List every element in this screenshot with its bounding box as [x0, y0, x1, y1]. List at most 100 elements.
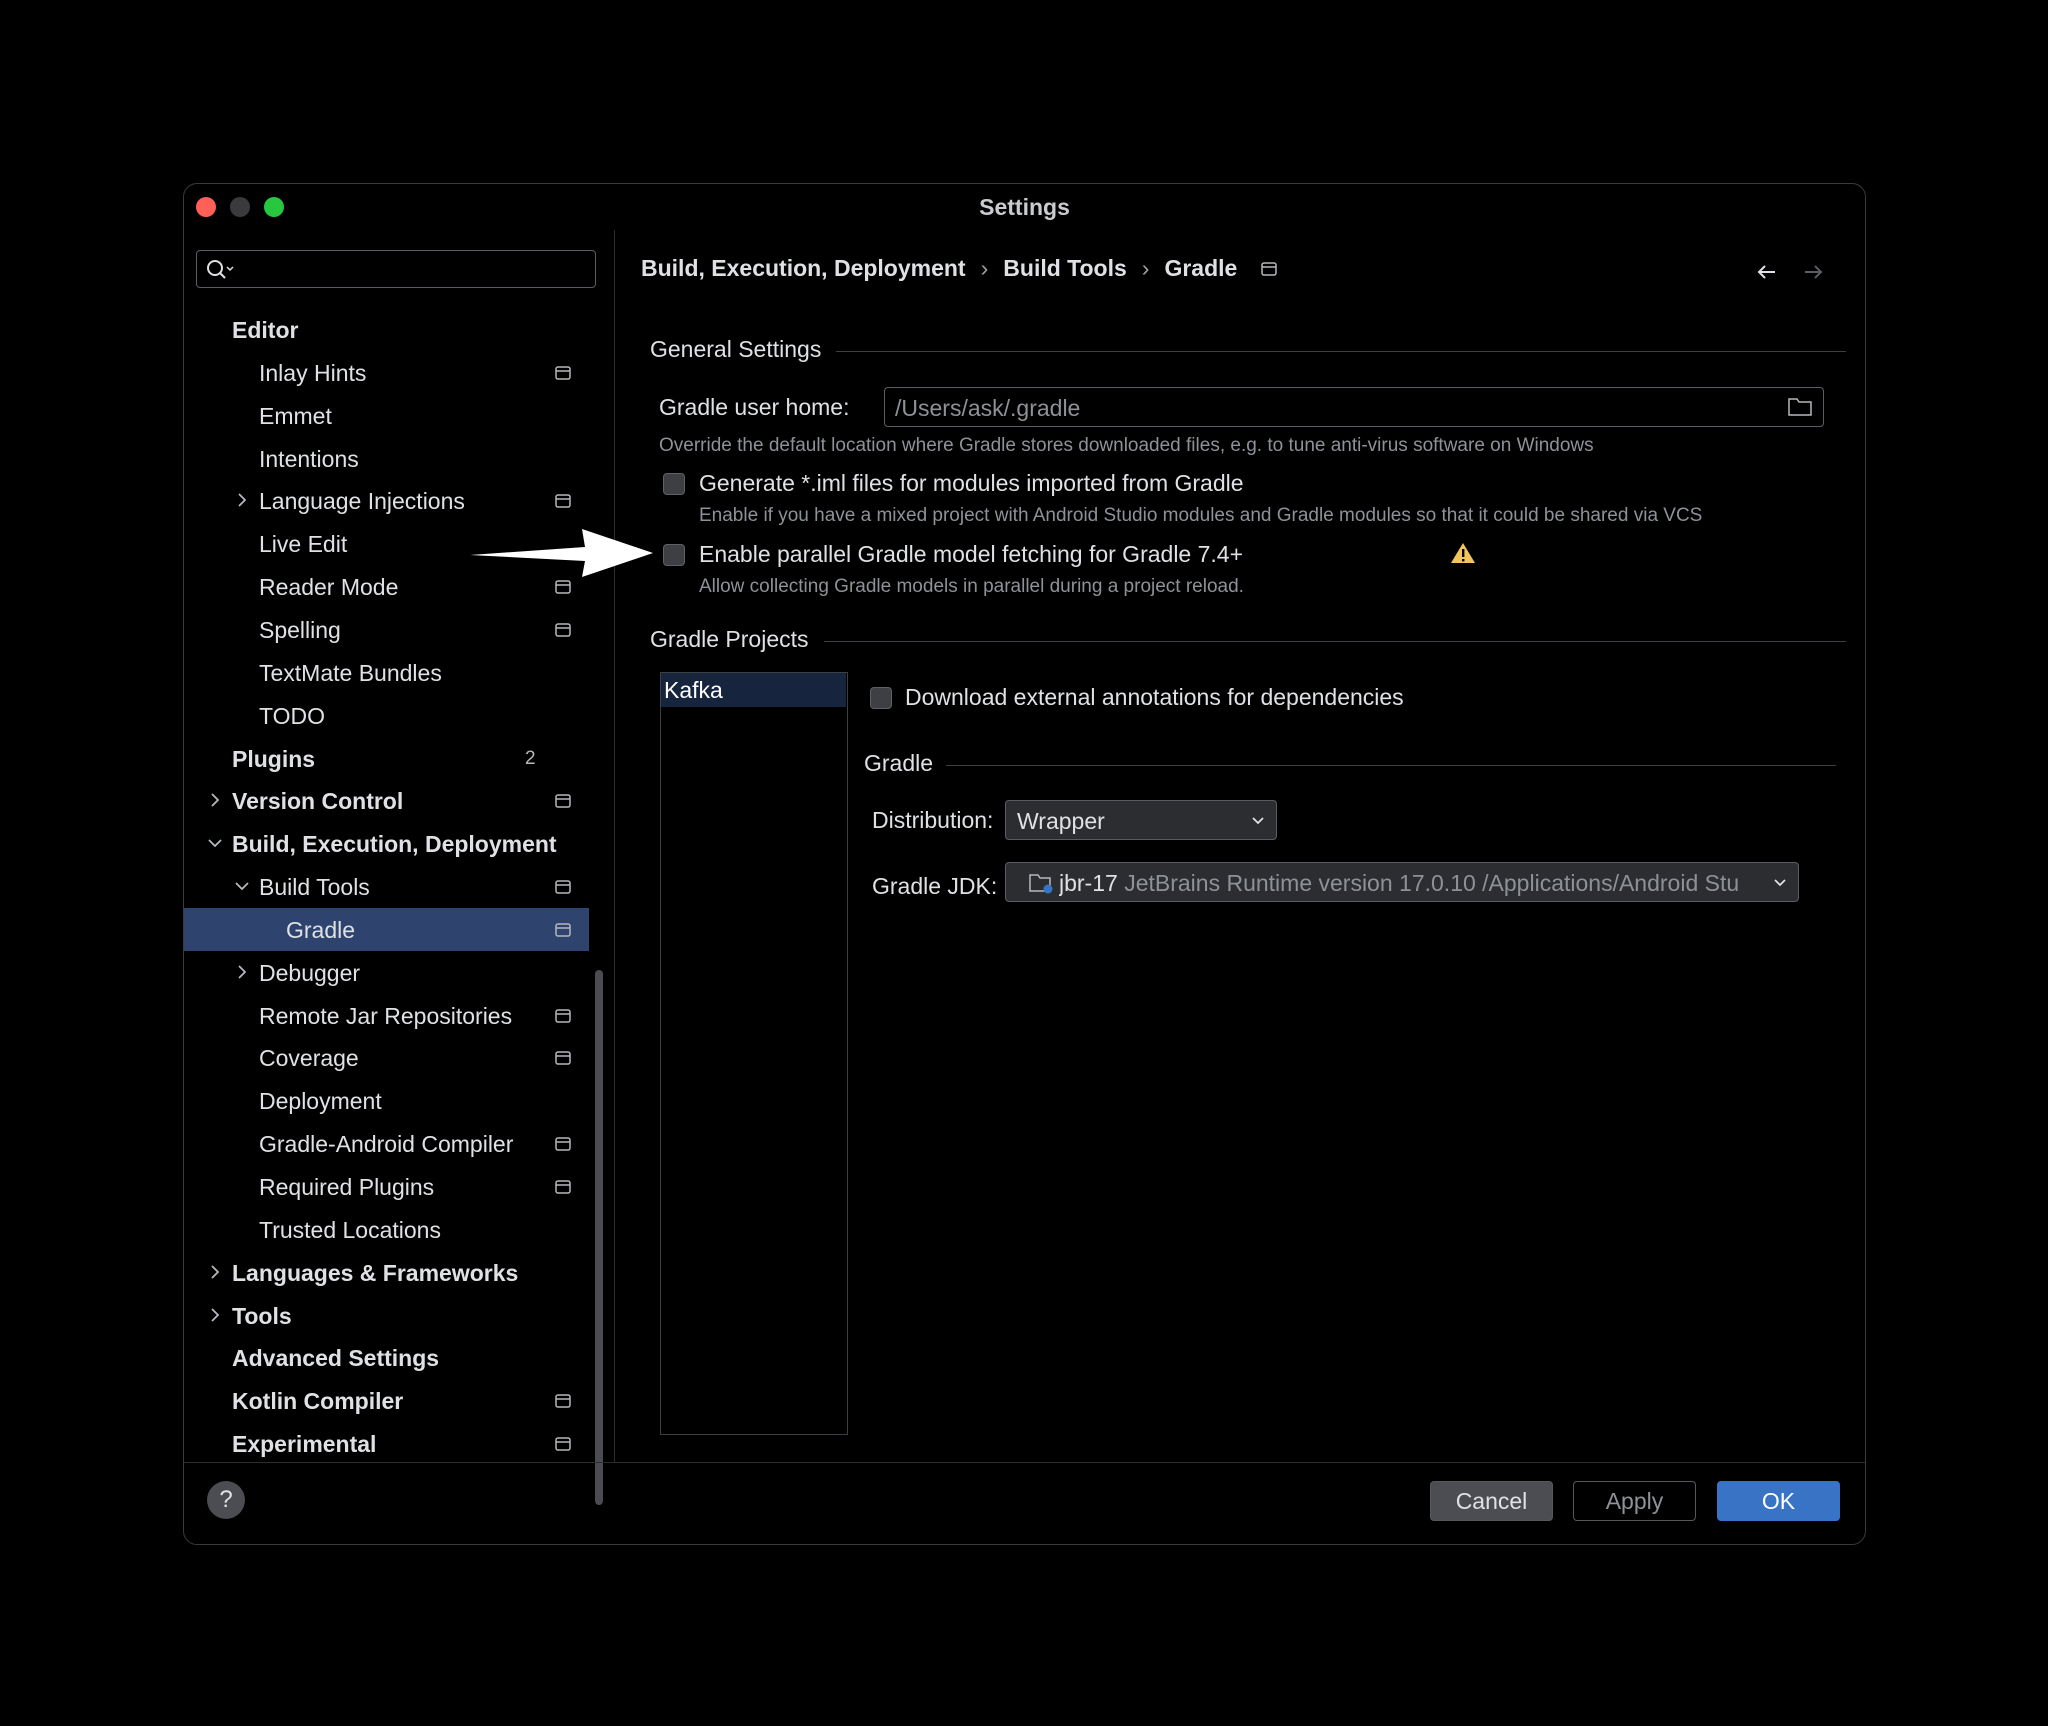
- sidebar-item[interactable]: Languages & Frameworks: [184, 1251, 589, 1294]
- sidebar-item-label: Required Plugins: [259, 1174, 435, 1200]
- cancel-button[interactable]: Cancel: [1430, 1481, 1553, 1521]
- sidebar-item-label: Build Tools: [259, 874, 370, 901]
- gradle-jdk-dropdown[interactable]: jbr-17 JetBrains Runtime version 17.0.10…: [1005, 862, 1799, 902]
- breadcrumb-gradle: Gradle: [1164, 255, 1238, 281]
- sidebar-item[interactable]: TextMate Bundles: [184, 651, 589, 694]
- sidebar-item-label: Trusted Locations: [259, 1216, 441, 1243]
- project-settings-icon: [555, 1437, 571, 1451]
- sidebar-item[interactable]: Debugger: [184, 951, 589, 994]
- sidebar-item[interactable]: Gradle: [184, 907, 589, 951]
- sidebar-item-label: Coverage: [259, 1045, 359, 1072]
- chevron-right-icon[interactable]: [205, 1305, 225, 1325]
- sidebar-item[interactable]: Spelling: [184, 608, 589, 651]
- jdk-folder-icon: [1029, 874, 1053, 894]
- sidebar-item[interactable]: Emmet: [184, 394, 589, 437]
- sidebar-item[interactable]: Language Injections: [184, 479, 589, 522]
- sidebar-item-label: TODO: [259, 702, 326, 729]
- sidebar-item-label: Plugins: [232, 745, 316, 772]
- project-settings-icon: [555, 794, 571, 809]
- generate-iml-label: Generate *.iml files for modules importe…: [699, 470, 1244, 496]
- chevron-right-icon[interactable]: [232, 490, 252, 510]
- sidebar-item[interactable]: Intentions: [184, 437, 589, 480]
- jdk-name: jbr-17: [1059, 870, 1118, 896]
- download-annotations-checkbox[interactable]: [870, 687, 892, 709]
- sidebar-item[interactable]: Plugins 2: [184, 737, 589, 780]
- back-arrow-icon[interactable]: [1755, 260, 1779, 284]
- sidebar-item[interactable]: Build, Execution, Deployment: [184, 822, 589, 865]
- sidebar-item-label: Gradle-Android Compiler: [259, 1131, 514, 1158]
- gradle-user-home-hint: Override the default location where Grad…: [659, 435, 1594, 456]
- sidebar-item[interactable]: Advanced Settings: [184, 1336, 589, 1379]
- warning-icon: [1451, 543, 1475, 563]
- forward-arrow-icon[interactable]: [1801, 260, 1825, 284]
- breadcrumb-build-tools[interactable]: Build Tools: [1003, 255, 1127, 282]
- breadcrumb-separator: ›: [1141, 255, 1150, 281]
- list-item[interactable]: Kafka: [661, 673, 846, 707]
- sidebar-item-label: Language Injections: [259, 488, 465, 515]
- sidebar-item-label: Deployment: [259, 1088, 382, 1115]
- generate-iml-checkbox[interactable]: [663, 473, 685, 495]
- sidebar-scrollbar[interactable]: [595, 970, 603, 1505]
- distribution-dropdown[interactable]: Wrapper: [1005, 800, 1277, 840]
- gradle-subsection-title: Gradle: [864, 750, 934, 776]
- sidebar-item[interactable]: Tools: [184, 1294, 589, 1337]
- title-bar: Settings: [184, 184, 1865, 230]
- chevron-down-icon[interactable]: [205, 833, 225, 853]
- chevron-right-icon[interactable]: [232, 962, 252, 982]
- help-button[interactable]: ?: [207, 1481, 245, 1519]
- sidebar-item[interactable]: TODO: [184, 694, 589, 737]
- chevron-right-icon[interactable]: [205, 1262, 225, 1282]
- sidebar-item-label: TextMate Bundles: [259, 659, 442, 686]
- sidebar-item[interactable]: Inlay Hints: [184, 351, 589, 394]
- gradle-jdk-label: Gradle JDK:: [872, 873, 998, 899]
- sidebar-item[interactable]: Version Control: [184, 779, 589, 822]
- sidebar-item[interactable]: Required Plugins: [184, 1165, 589, 1208]
- chevron-right-icon[interactable]: [205, 790, 225, 810]
- sidebar-item[interactable]: Trusted Locations: [184, 1208, 589, 1251]
- chevron-down-icon[interactable]: [232, 876, 252, 896]
- settings-content: Build, Execution, Deployment › Build Too…: [616, 230, 1865, 1462]
- project-name: Kafka: [664, 677, 723, 703]
- sidebar-item[interactable]: Editor: [184, 308, 589, 351]
- gradle-projects-title: Gradle Projects: [650, 626, 809, 652]
- sidebar-item-label: Spelling: [259, 616, 341, 643]
- breadcrumb-build-execution-deployment[interactable]: Build, Execution, Deployment: [641, 255, 966, 282]
- sidebar-item-label: Languages & Frameworks: [232, 1259, 519, 1286]
- project-settings-icon: [1261, 261, 1278, 276]
- sidebar-item[interactable]: Experimental: [184, 1422, 589, 1465]
- sidebar-item-label: Live Edit: [259, 531, 348, 558]
- gradle-user-home-field[interactable]: /Users/ask/.gradle: [884, 387, 1824, 427]
- project-settings-icon: [555, 580, 571, 594]
- separator-line: [824, 641, 1846, 642]
- sidebar-item-label: Debugger: [259, 959, 361, 986]
- project-settings-icon: [555, 1180, 571, 1194]
- project-settings-icon: [555, 366, 571, 380]
- chevron-down-icon: [1252, 817, 1264, 825]
- distribution-label: Distribution:: [872, 807, 994, 833]
- sidebar-item[interactable]: Build Tools: [184, 865, 589, 908]
- jdk-description: JetBrains Runtime version 17.0.10 /Appli…: [1124, 870, 1740, 896]
- sidebar-item[interactable]: Gradle-Android Compiler: [184, 1122, 589, 1165]
- sidebar-item[interactable]: Deployment: [184, 1079, 589, 1122]
- generate-iml-hint: Enable if you have a mixed project with …: [699, 505, 1703, 526]
- distribution-value: Wrapper: [1017, 808, 1105, 834]
- project-settings-icon: [555, 880, 571, 894]
- separator-line: [946, 765, 1836, 766]
- breadcrumb-separator: ›: [980, 255, 989, 281]
- folder-icon[interactable]: [1787, 395, 1813, 417]
- chevron-down-icon: [1772, 875, 1788, 889]
- sidebar-item[interactable]: Remote Jar Repositories: [184, 994, 589, 1037]
- sidebar-item-label: Tools: [232, 1302, 292, 1329]
- parallel-fetching-checkbox[interactable]: [663, 544, 685, 566]
- sidebar-item[interactable]: Kotlin Compiler: [184, 1379, 589, 1422]
- parallel-fetching-label: Enable parallel Gradle model fetching fo…: [699, 541, 1244, 567]
- sidebar-item-label: Emmet: [259, 402, 332, 429]
- apply-button[interactable]: Apply: [1573, 1481, 1696, 1521]
- history-navigation: [1755, 260, 1825, 284]
- search-input[interactable]: [196, 250, 596, 288]
- ok-button[interactable]: OK: [1717, 1481, 1840, 1521]
- sidebar-item-label: Advanced Settings: [232, 1345, 440, 1372]
- sidebar-item[interactable]: Coverage: [184, 1036, 589, 1079]
- project-settings-icon: [555, 1051, 571, 1066]
- general-settings-title: General Settings: [650, 336, 822, 362]
